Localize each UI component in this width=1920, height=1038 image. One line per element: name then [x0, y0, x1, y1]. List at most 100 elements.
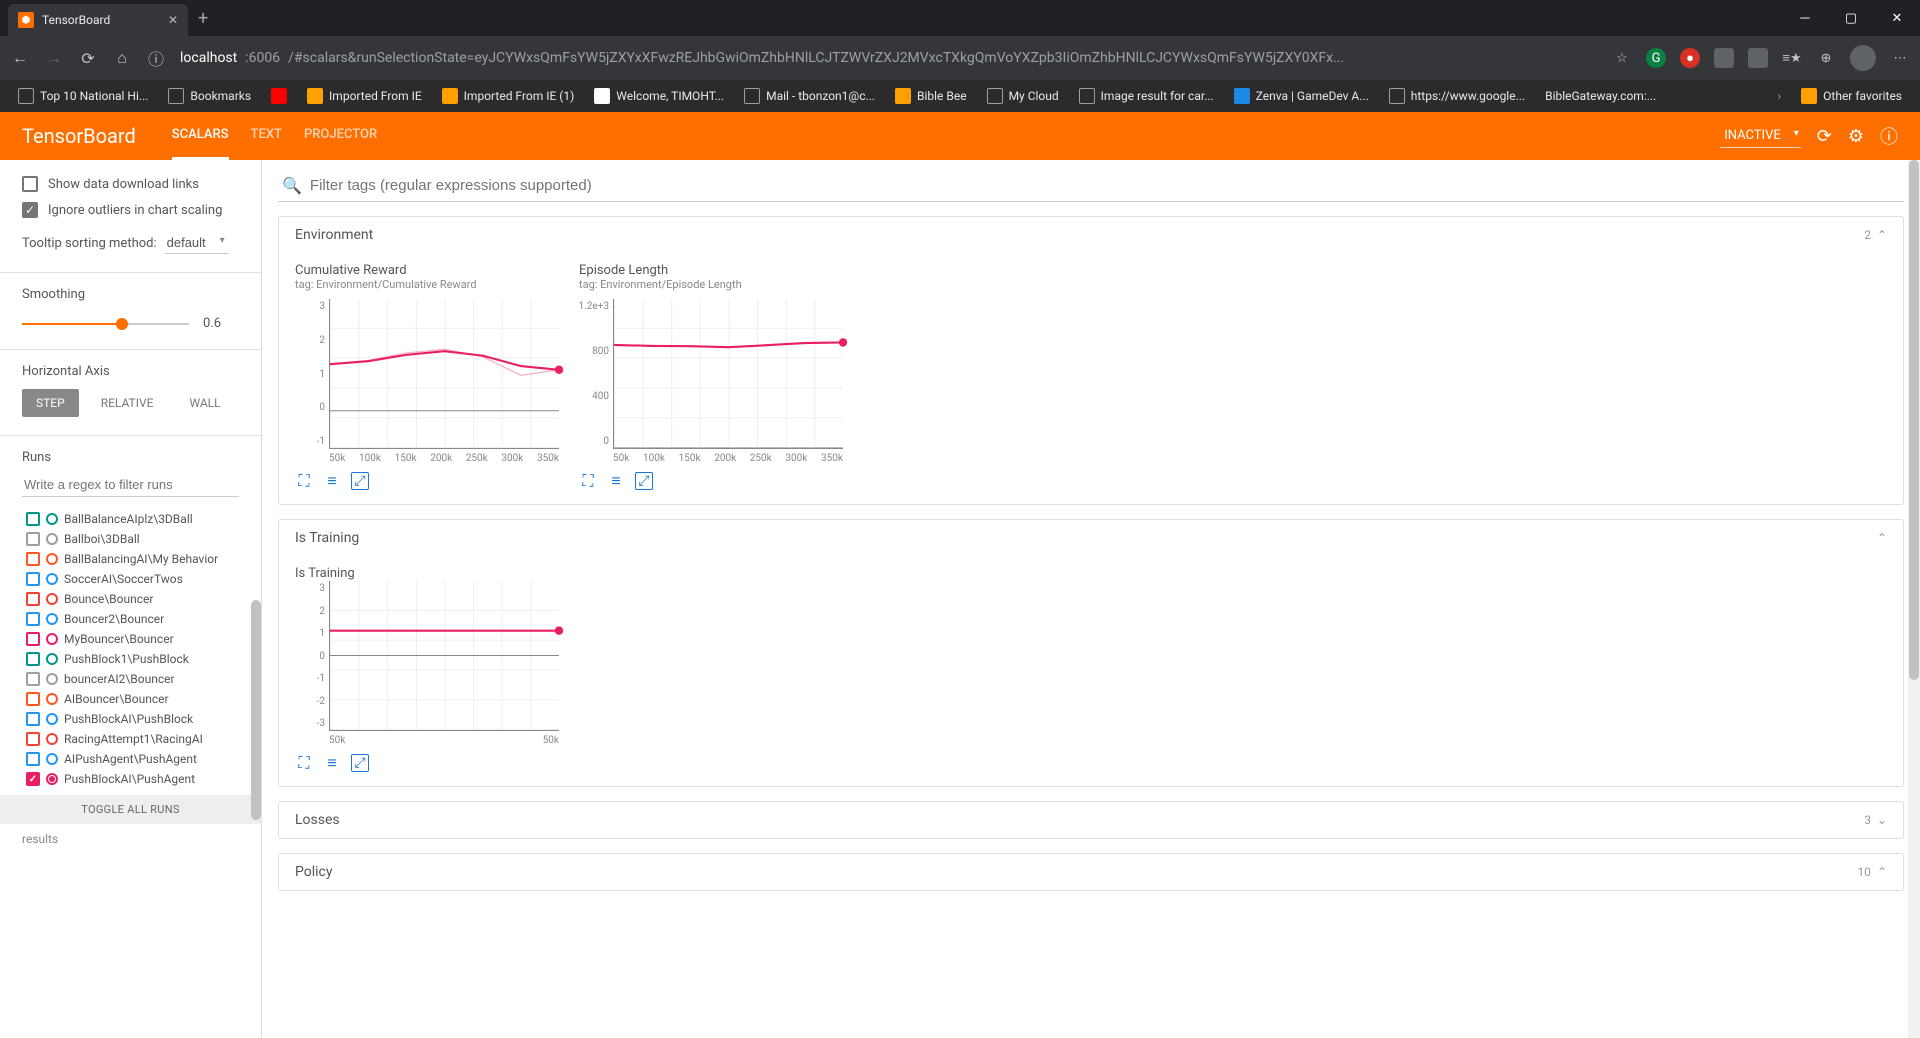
close-window-button[interactable]: ✕ — [1874, 0, 1920, 36]
tab-text[interactable]: TEXT — [251, 112, 282, 160]
haxis-step-button[interactable]: STEP — [22, 389, 79, 417]
bookmark-item[interactable]: Bookmarks — [160, 84, 259, 108]
run-checkbox-icon[interactable] — [26, 672, 40, 686]
run-radio-icon[interactable] — [46, 673, 58, 685]
run-checkbox-icon[interactable] — [26, 512, 40, 526]
run-radio-icon[interactable] — [46, 593, 58, 605]
run-row[interactable]: AIPushAgent\PushAgent — [0, 749, 261, 769]
expand-icon[interactable]: ⛶ — [295, 472, 313, 490]
tab-scalars[interactable]: SCALARS — [172, 112, 229, 160]
site-info-icon[interactable]: ⓘ — [146, 46, 166, 70]
show-download-links-checkbox[interactable]: Show data download links — [22, 176, 239, 192]
section-header[interactable]: Losses 3 ⌄ — [279, 802, 1903, 838]
profile-avatar[interactable] — [1850, 45, 1876, 71]
bookmark-item[interactable]: BibleGateway.com:... — [1537, 85, 1664, 107]
run-row[interactable]: bouncerAI2\Bouncer — [0, 669, 261, 689]
tag-filter-input[interactable] — [310, 177, 1900, 194]
forward-icon[interactable]: → — [44, 48, 64, 68]
extension-icon-2[interactable]: ● — [1680, 48, 1700, 68]
main-scrollbar-thumb[interactable] — [1909, 160, 1919, 680]
settings-icon[interactable]: ⚙ — [1848, 126, 1864, 147]
bookmark-item[interactable]: My Cloud — [979, 84, 1067, 108]
run-checkbox-icon[interactable] — [26, 772, 40, 786]
run-radio-icon[interactable] — [46, 553, 58, 565]
chart-plot[interactable]: 3210-1 — [295, 299, 559, 449]
bookmark-item[interactable]: Mail - tbonzon1@c... — [736, 84, 883, 108]
run-radio-icon[interactable] — [46, 773, 58, 785]
back-icon[interactable]: ← — [10, 48, 30, 68]
chart-plot[interactable]: 3210-1-2-3 — [295, 581, 559, 731]
bookmark-item[interactable]: Top 10 National Hi... — [10, 84, 156, 108]
run-checkbox-icon[interactable] — [26, 732, 40, 746]
run-checkbox-icon[interactable] — [26, 532, 40, 546]
run-row[interactable]: PushBlockAI\PushBlock — [0, 709, 261, 729]
run-radio-icon[interactable] — [46, 733, 58, 745]
run-row[interactable]: MyBouncer\Bouncer — [0, 629, 261, 649]
section-header[interactable]: Policy 10 ⌃ — [279, 854, 1903, 890]
run-radio-icon[interactable] — [46, 613, 58, 625]
run-checkbox-icon[interactable] — [26, 632, 40, 646]
new-tab-button[interactable]: + — [188, 8, 218, 29]
minimize-button[interactable]: ─ — [1782, 0, 1828, 36]
reload-icon[interactable]: ⟳ — [1817, 126, 1832, 147]
run-row[interactable]: PushBlock1\PushBlock — [0, 649, 261, 669]
run-row[interactable]: RacingAttempt1\RacingAI — [0, 729, 261, 749]
bookmark-item[interactable]: Zenva | GameDev A... — [1226, 84, 1377, 108]
home-icon[interactable]: ⌂ — [112, 48, 132, 68]
run-radio-icon[interactable] — [46, 633, 58, 645]
run-row[interactable]: AIBouncer\Bouncer — [0, 689, 261, 709]
run-checkbox-icon[interactable] — [26, 652, 40, 666]
fit-domain-icon[interactable]: ⤢ — [351, 472, 369, 490]
run-radio-icon[interactable] — [46, 573, 58, 585]
fit-domain-icon[interactable]: ⤢ — [351, 754, 369, 772]
section-header[interactable]: Is Training ⌃ — [279, 520, 1903, 556]
runs-filter-input[interactable] — [22, 473, 239, 497]
run-checkbox-icon[interactable] — [26, 612, 40, 626]
log-scale-icon[interactable]: ≡ — [607, 472, 625, 490]
sidebar-scrollbar[interactable] — [251, 600, 261, 820]
run-radio-icon[interactable] — [46, 693, 58, 705]
run-checkbox-icon[interactable] — [26, 692, 40, 706]
bookmark-item[interactable]: Image result for car... — [1071, 84, 1222, 108]
help-icon[interactable]: ⓘ — [1880, 123, 1898, 149]
run-checkbox-icon[interactable] — [26, 712, 40, 726]
run-row[interactable]: Bouncer2\Bouncer — [0, 609, 261, 629]
bookmark-item[interactable]: Imported From IE — [299, 84, 430, 108]
haxis-relative-button[interactable]: RELATIVE — [87, 389, 168, 417]
run-row[interactable]: Ballboi\3DBall — [0, 529, 261, 549]
run-row[interactable]: SoccerAI\SoccerTwos — [0, 569, 261, 589]
section-header[interactable]: Environment 2 ⌃ — [279, 217, 1903, 253]
run-radio-icon[interactable] — [46, 513, 58, 525]
browser-tab[interactable]: ⬢ TensorBoard ✕ — [8, 4, 188, 36]
run-checkbox-icon[interactable] — [26, 592, 40, 606]
run-row[interactable]: Bounce\Bouncer — [0, 589, 261, 609]
extension-icon-4[interactable] — [1748, 48, 1768, 68]
run-checkbox-icon[interactable] — [26, 572, 40, 586]
more-icon[interactable]: ⋯ — [1890, 48, 1910, 68]
log-scale-icon[interactable]: ≡ — [323, 472, 341, 490]
tab-projector[interactable]: PROJECTOR — [304, 112, 377, 160]
ignore-outliers-checkbox[interactable]: Ignore outliers in chart scaling — [22, 202, 239, 218]
star-icon[interactable]: ☆ — [1612, 48, 1632, 68]
haxis-wall-button[interactable]: WALL — [175, 389, 234, 417]
bookmark-item[interactable]: Imported From IE (1) — [434, 84, 583, 108]
run-checkbox-icon[interactable] — [26, 752, 40, 766]
smoothing-slider[interactable] — [22, 322, 189, 326]
extension-icon-1[interactable]: G — [1646, 48, 1666, 68]
main-scrollbar-track[interactable] — [1908, 160, 1920, 1038]
run-radio-icon[interactable] — [46, 653, 58, 665]
fit-domain-icon[interactable]: ⤢ — [635, 472, 653, 490]
maximize-button[interactable]: ▢ — [1828, 0, 1874, 36]
collections-icon[interactable]: ⊕ — [1816, 48, 1836, 68]
chart-plot[interactable]: 1.2e+38004000 — [579, 299, 843, 449]
favorites-icon[interactable]: ≡★ — [1782, 48, 1802, 68]
bookmark-item[interactable]: Bible Bee — [887, 84, 975, 108]
tooltip-sort-select[interactable]: default — [165, 232, 229, 254]
run-checkbox-icon[interactable] — [26, 552, 40, 566]
run-radio-icon[interactable] — [46, 533, 58, 545]
extension-icon-3[interactable] — [1714, 48, 1734, 68]
close-tab-icon[interactable]: ✕ — [168, 13, 178, 27]
url-input[interactable]: localhost:6006/#scalars&runSelectionStat… — [180, 50, 1598, 66]
expand-icon[interactable]: ⛶ — [579, 472, 597, 490]
run-radio-icon[interactable] — [46, 753, 58, 765]
